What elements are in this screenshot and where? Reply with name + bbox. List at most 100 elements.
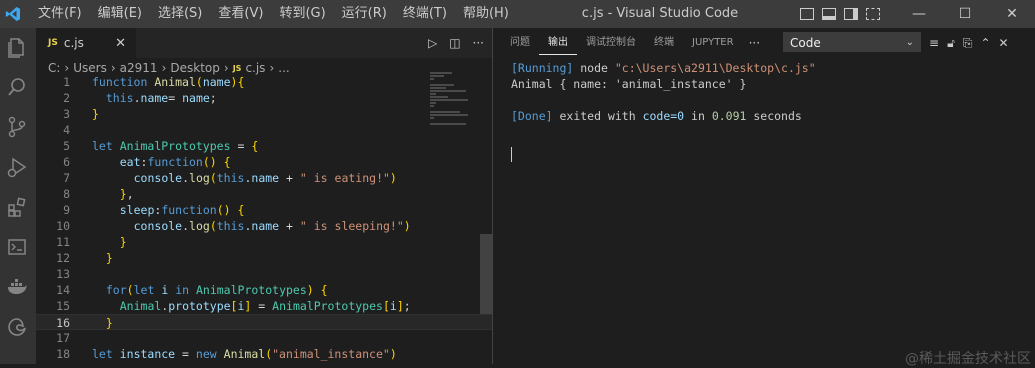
title-bar: 文件(F) 编辑(E) 选择(S) 查看(V) 转到(G) 运行(R) 终端(T… (0, 0, 1035, 28)
search-icon[interactable] (6, 76, 28, 98)
code-line[interactable]: 8 }, (36, 186, 492, 202)
breadcrumb-item[interactable]: a2911 (120, 61, 158, 75)
breadcrumb-item[interactable]: Users (73, 61, 107, 75)
code-line[interactable]: 7 console.log(this.name + " is eating!") (36, 170, 492, 186)
open-in-editor-icon[interactable]: ⎘ (963, 36, 973, 51)
editor-actions: ▷ ◫ ··· (428, 28, 484, 58)
tab-problems[interactable]: 问题 (501, 28, 539, 58)
scrollbar-thumb[interactable] (480, 234, 492, 314)
edge-icon[interactable] (6, 316, 28, 338)
more-tabs-icon[interactable]: ··· (743, 36, 766, 50)
code-line[interactable]: 11 } (36, 234, 492, 250)
line-text: eat:function() { (119, 155, 231, 169)
javascript-file-icon: JS (232, 63, 242, 73)
docker-icon[interactable] (6, 276, 28, 298)
menu-terminal[interactable]: 终端(T) (395, 0, 455, 28)
menu-selection[interactable]: 选择(S) (150, 0, 210, 28)
close-panel-icon[interactable]: ✕ (999, 36, 1009, 50)
code-line[interactable]: 14 for(let i in AnimalPrototypes) { (36, 282, 492, 298)
line-text: Animal.prototype[i] = AnimalPrototypes[i… (119, 299, 411, 313)
window-title: c.js - Visual Studio Code (581, 6, 739, 21)
line-number: 3 (63, 107, 70, 121)
code-line[interactable]: 3} (36, 106, 492, 122)
menu-help[interactable]: 帮助(H) (455, 0, 517, 28)
line-number: 15 (56, 299, 70, 313)
output-line (511, 146, 816, 162)
split-editor-icon[interactable]: ◫ (449, 36, 460, 50)
maximize-button[interactable]: ☐ (942, 0, 988, 28)
close-button[interactable]: ✕ (989, 0, 1035, 28)
toggle-secondary-sidebar-icon[interactable] (844, 8, 858, 20)
output-result: Animal { name: 'animal_instance' } (511, 77, 747, 91)
customize-layout-icon[interactable] (866, 8, 880, 20)
code-line[interactable]: 2 this.name= name; (36, 90, 492, 106)
tab-output[interactable]: 输出 (539, 32, 577, 55)
extensions-icon[interactable] (6, 196, 28, 218)
run-code-icon[interactable]: ▷ (428, 36, 437, 50)
toggle-panel-icon[interactable] (822, 8, 836, 20)
breadcrumb-item[interactable]: C: (48, 61, 60, 75)
breadcrumb-symbol[interactable]: ... (278, 61, 289, 75)
elapsed-time: 0.091 (711, 109, 747, 123)
code-line[interactable]: 17 (36, 330, 492, 346)
line-number: 6 (63, 155, 70, 169)
menu-edit[interactable]: 编辑(E) (90, 0, 150, 28)
line-text: } (105, 316, 113, 330)
activity-bar (0, 28, 36, 364)
code-line[interactable]: 18 let instance = new Animal("animal_inst… (36, 346, 492, 362)
clear-output-icon[interactable]: ≡ (929, 36, 939, 50)
minimize-button[interactable]: — (896, 0, 942, 28)
code-line[interactable]: 12 } (36, 250, 492, 266)
running-cmd: node (573, 61, 615, 75)
tab-close-icon[interactable]: ✕ (115, 36, 126, 51)
explorer-icon[interactable] (6, 36, 28, 58)
code-line[interactable]: 1 function Animal(name){ (36, 74, 492, 90)
line-number: 5 (63, 139, 70, 153)
line-text: sleep:function() { (119, 203, 245, 217)
done-text: exited with (552, 109, 643, 123)
output-panel: 问题 输出 调试控制台 终端 JUPYTER ··· Code ⌄ ≡ 🔓︎ ⎘… (493, 28, 1035, 364)
remote-explorer-icon[interactable] (6, 236, 28, 258)
code-line[interactable]: 10 console.log(this.name + " is sleeping… (36, 218, 492, 234)
minimap[interactable] (430, 72, 470, 152)
line-number: 4 (63, 123, 70, 137)
line-text: this.name= name; (105, 91, 217, 105)
more-actions-icon[interactable]: ··· (473, 36, 484, 50)
output-content[interactable]: [Running] node "c:\Users\a2911\Desktop\c… (511, 60, 816, 162)
chevron-right-icon: › (110, 61, 116, 75)
chevron-right-icon: › (269, 61, 275, 75)
code-line[interactable]: 9 sleep:function() { (36, 202, 492, 218)
source-control-icon[interactable] (6, 116, 28, 138)
menu-view[interactable]: 查看(V) (210, 0, 271, 28)
chevron-right-icon: › (223, 61, 229, 75)
done-tag: [Done] (511, 109, 553, 123)
editor-group: JS c.js ✕ ▷ ◫ ··· C: › Users › a2911 › Desk… (36, 28, 492, 364)
line-number: 11 (56, 235, 70, 249)
breadcrumb-item[interactable]: Desktop (170, 61, 220, 75)
code-line[interactable]: 5 let AnimalPrototypes = { (36, 138, 492, 154)
tab-c-js[interactable]: JS c.js ✕ (36, 28, 136, 58)
output-channel-select[interactable]: Code ⌄ (783, 32, 921, 52)
tab-terminal[interactable]: 终端 (645, 28, 683, 58)
lock-scroll-icon[interactable]: 🔓︎ (947, 36, 955, 51)
line-text: } (92, 107, 99, 121)
code-line[interactable]: 15 Animal.prototype[i] = AnimalPrototype… (36, 298, 492, 314)
code-line[interactable]: 6 eat:function() { (36, 154, 492, 170)
code-line[interactable]: 16 } (36, 314, 492, 330)
code-editor[interactable]: 1 function Animal(name){2 this.name= name… (36, 74, 492, 362)
menu-run[interactable]: 运行(R) (334, 0, 395, 28)
maximize-panel-icon[interactable]: ⌃ (980, 36, 990, 50)
breadcrumb-file[interactable]: c.js (245, 61, 265, 75)
editor-scrollbar[interactable] (480, 74, 492, 364)
toggle-primary-sidebar-icon[interactable] (800, 8, 814, 20)
code-line[interactable]: 4 (36, 122, 492, 138)
run-debug-icon[interactable] (6, 156, 28, 178)
menu-go[interactable]: 转到(G) (271, 0, 333, 28)
code-line[interactable]: 13 (36, 266, 492, 282)
menu-file[interactable]: 文件(F) (30, 0, 90, 28)
line-number: 14 (56, 283, 70, 297)
tab-jupyter[interactable]: JUPYTER (683, 28, 743, 58)
tab-debug-console[interactable]: 调试控制台 (577, 28, 645, 58)
output-line: [Done] exited with code=0 in 0.091 secon… (511, 108, 816, 124)
